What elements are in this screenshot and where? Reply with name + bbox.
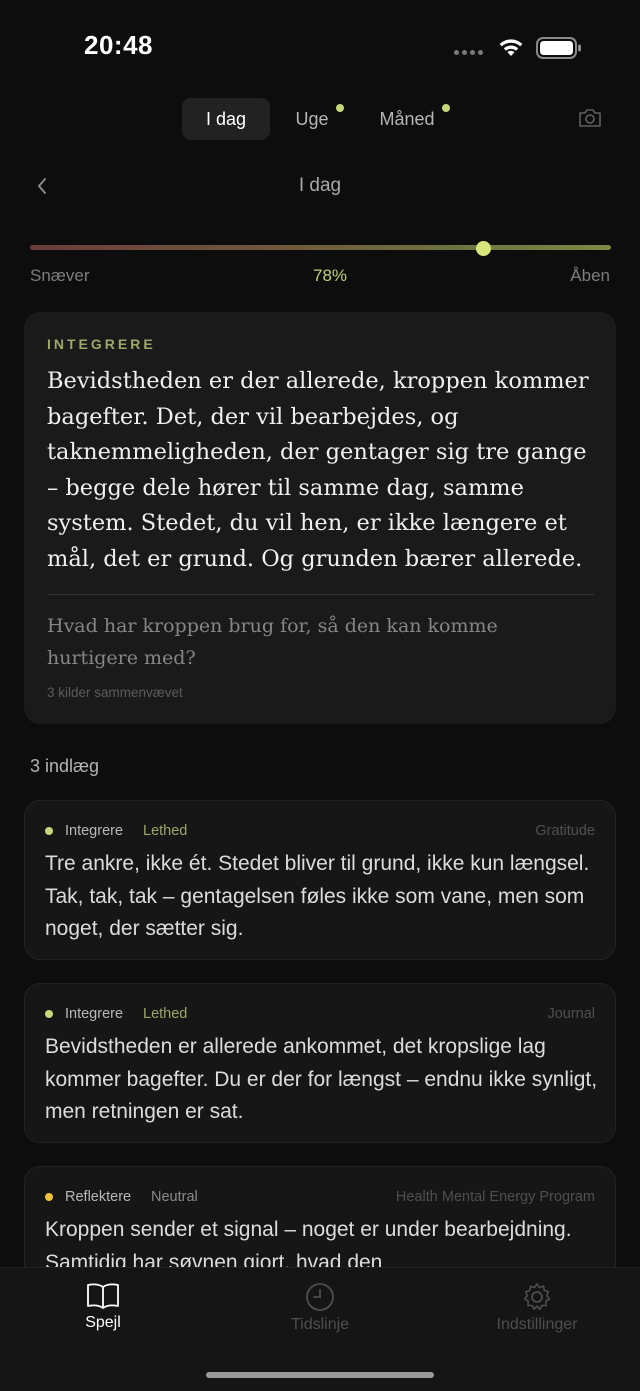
status-time: 20:48: [84, 30, 153, 60]
page-title: I dag: [298, 175, 342, 196]
entry-mood: Lethed: [143, 823, 188, 839]
entry-card[interactable]: Integrere Lethed Journal Bevidstheden er…: [24, 983, 616, 1143]
slider-max-label: Åben: [570, 266, 610, 285]
openness-slider-track[interactable]: [30, 245, 611, 250]
slider-value-label: 78%: [312, 266, 348, 285]
tab-timeline[interactable]: Tidslinje: [240, 1268, 400, 1334]
tab-label: Indstillinger: [496, 1316, 578, 1333]
home-indicator: [206, 1372, 434, 1378]
entry-text: Tre ankre, ikke ét. Stedet bliver til gr…: [45, 852, 590, 940]
entry-mood: Neutral: [151, 1189, 198, 1205]
category-dot: [45, 1010, 53, 1018]
segment-today[interactable]: I dag: [182, 98, 270, 140]
entry-source: Health Mental Energy Program: [395, 1189, 595, 1205]
cellular-signal-icon: [454, 50, 483, 55]
segment-week-indicator-dot: [336, 104, 344, 112]
period-segmented-control: I dag Uge Måned: [0, 98, 640, 142]
entry-category: Reflektere: [65, 1189, 132, 1205]
entry-text: Bevidstheden er allerede ankommet, det k…: [45, 1035, 598, 1123]
entry-mood: Lethed: [143, 1006, 188, 1022]
segment-week[interactable]: Uge: [286, 98, 338, 140]
battery-icon: [536, 37, 581, 59]
openness-slider-thumb[interactable]: [475, 241, 491, 256]
segment-month-indicator-dot: [442, 104, 450, 112]
tab-label: Spejl: [85, 1314, 121, 1331]
clock-icon: [306, 1283, 334, 1311]
reflection-question: Hvad har kroppen brug for, så den kan ko…: [47, 615, 498, 669]
status-bar: 20:48: [0, 0, 640, 92]
reflection-text: Bevidstheden er der allerede, kroppen ko…: [47, 368, 589, 572]
entry-source: Journal: [547, 1006, 595, 1022]
entry-category: Integrere: [65, 823, 124, 839]
entries-count: 3 indlæg: [30, 756, 100, 776]
gear-icon: [523, 1283, 551, 1311]
sources-caption: 3 kilder sammenvævet: [47, 685, 183, 700]
category-dot: [45, 1193, 53, 1201]
entry-source: Gratitude: [535, 823, 595, 839]
segment-month[interactable]: Måned: [372, 98, 442, 140]
card-divider: [47, 594, 594, 595]
screen: 20:48 I dag Uge Måned I dag Snæver 78% Å…: [0, 0, 640, 1391]
wifi-icon: [499, 39, 523, 56]
tab-mirror[interactable]: Spejl: [23, 1268, 183, 1332]
category-dot: [45, 827, 53, 835]
daily-reflection-card: INTEGRERE Bevidstheden er der allerede, …: [24, 312, 616, 724]
entry-category: Integrere: [65, 1006, 124, 1022]
tab-settings[interactable]: Indstillinger: [457, 1268, 617, 1334]
entry-card[interactable]: Integrere Lethed Gratitude Tre ankre, ik…: [24, 800, 616, 960]
tab-label: Tidslinje: [290, 1316, 350, 1333]
tab-bar: Spejl Tidslinje Indstillinger: [0, 1267, 640, 1391]
camera-icon[interactable]: [578, 108, 602, 128]
reflection-category: INTEGRERE: [47, 336, 156, 352]
book-icon: [87, 1283, 119, 1309]
